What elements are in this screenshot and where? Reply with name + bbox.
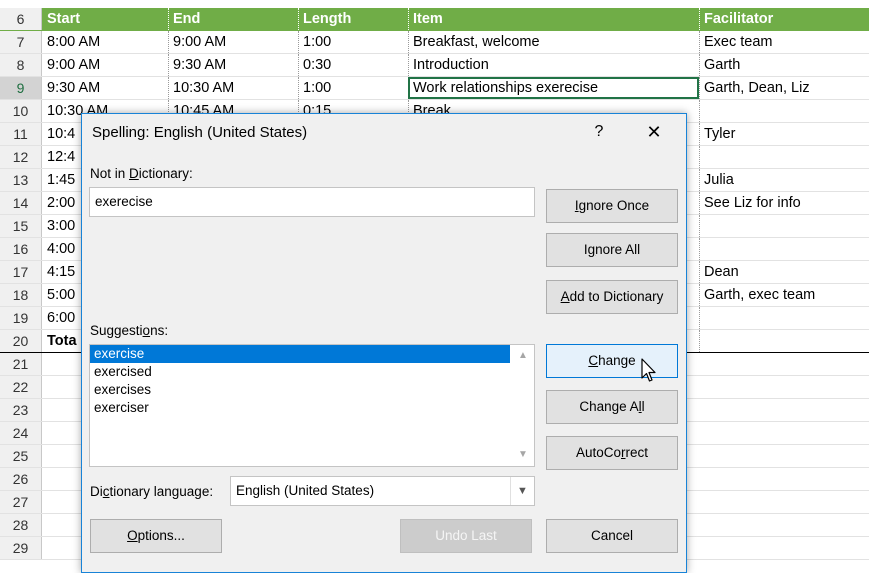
spelling-dialog: Spelling: English (United States) ? ✕ No… — [81, 113, 687, 573]
row-number[interactable]: 16 — [0, 238, 42, 260]
header-facilitator[interactable]: Facilitator — [699, 8, 869, 30]
row-number[interactable]: 7 — [0, 31, 42, 53]
start-cell[interactable]: 9:00 AM — [43, 54, 168, 76]
row-number[interactable]: 18 — [0, 284, 42, 306]
length-cell[interactable]: 1:00 — [298, 77, 408, 99]
row-number[interactable]: 27 — [0, 491, 42, 513]
item-cell[interactable]: Introduction — [408, 54, 699, 76]
dictionary-language-label: Dictionary language: — [90, 484, 214, 499]
cell[interactable] — [699, 330, 869, 352]
start-cell[interactable]: 8:00 AM — [43, 31, 168, 53]
not-in-dictionary-field[interactable]: exerecise — [89, 187, 535, 217]
facilitator-cell[interactable]: See Liz for info — [699, 192, 869, 214]
facilitator-cell[interactable] — [699, 146, 869, 168]
table-header-row: 6 Start End Length Item Facilitator — [0, 8, 869, 31]
suggestions-scrollbar[interactable]: ▲ ▼ — [512, 345, 534, 466]
table-row: 7 8:00 AM 9:00 AM 1:00 Breakfast, welcome Exe… — [0, 31, 869, 54]
row-number[interactable]: 9 — [0, 77, 42, 99]
header-end[interactable]: End — [168, 8, 298, 30]
not-in-dictionary-label: Not in Dictionary: — [90, 166, 193, 181]
facilitator-cell[interactable]: Exec team — [699, 31, 869, 53]
row-number[interactable]: 26 — [0, 468, 42, 490]
close-button[interactable]: ✕ — [642, 120, 666, 144]
scroll-down-icon[interactable]: ▼ — [512, 446, 534, 464]
row-number[interactable]: 8 — [0, 54, 42, 76]
facilitator-cell[interactable]: Garth, Dean, Liz — [699, 77, 869, 99]
row-number[interactable]: 25 — [0, 445, 42, 467]
facilitator-cell[interactable] — [699, 100, 869, 122]
row-number[interactable]: 17 — [0, 261, 42, 283]
suggestion-item[interactable]: exercised — [90, 363, 510, 381]
facilitator-cell[interactable]: Garth, exec team — [699, 284, 869, 306]
suggestions-label: Suggestions: — [90, 323, 169, 338]
header-length[interactable]: Length — [298, 8, 408, 30]
end-cell[interactable]: 9:00 AM — [168, 31, 298, 53]
ignore-once-button[interactable]: Ignore Once — [546, 189, 678, 223]
row-number[interactable]: 6 — [0, 8, 42, 30]
cancel-button[interactable]: Cancel — [546, 519, 678, 553]
row-number[interactable]: 29 — [0, 537, 42, 559]
start-cell[interactable]: 9:30 AM — [43, 77, 168, 99]
help-button[interactable]: ? — [587, 120, 611, 144]
row-number[interactable]: 14 — [0, 192, 42, 214]
dictionary-language-value: English (United States) — [236, 483, 375, 498]
close-icon: ✕ — [646, 122, 662, 142]
row-number[interactable]: 20 — [0, 330, 42, 352]
table-row: 9 9:30 AM 10:30 AM 1:00 Work relationships e… — [0, 77, 869, 100]
header-start[interactable]: Start — [43, 8, 168, 30]
end-cell[interactable]: 10:30 AM — [168, 77, 298, 99]
facilitator-cell[interactable] — [699, 215, 869, 237]
question-icon: ? — [594, 123, 604, 140]
header-item[interactable]: Item — [408, 8, 699, 30]
options-button[interactable]: Options... — [90, 519, 222, 553]
facilitator-cell[interactable]: Julia — [699, 169, 869, 191]
change-button[interactable]: Change — [546, 344, 678, 378]
end-cell[interactable]: 9:30 AM — [168, 54, 298, 76]
row-number[interactable]: 28 — [0, 514, 42, 536]
ignore-all-button[interactable]: Ignore All — [546, 233, 678, 267]
facilitator-cell[interactable]: Garth — [699, 54, 869, 76]
facilitator-cell[interactable] — [699, 238, 869, 260]
suggestion-item[interactable]: exercise — [90, 345, 510, 363]
facilitator-cell[interactable] — [699, 307, 869, 329]
row-number[interactable]: 10 — [0, 100, 42, 122]
item-cell[interactable]: Breakfast, welcome — [408, 31, 699, 53]
add-to-dictionary-button[interactable]: Add to Dictionary — [546, 280, 678, 314]
undo-last-button[interactable]: Undo Last — [400, 519, 532, 553]
suggestion-item[interactable]: exerciser — [90, 399, 510, 417]
row-number[interactable]: 21 — [0, 353, 42, 375]
table-row: 8 9:00 AM 9:30 AM 0:30 Introduction Garth — [0, 54, 869, 77]
row-number[interactable]: 12 — [0, 146, 42, 168]
facilitator-cell[interactable]: Dean — [699, 261, 869, 283]
facilitator-cell[interactable]: Tyler — [699, 123, 869, 145]
item-cell[interactable]: Work relationships exerecise — [408, 77, 699, 99]
row-number[interactable]: 19 — [0, 307, 42, 329]
row-number[interactable]: 24 — [0, 422, 42, 444]
dropdown-arrow-icon[interactable]: ▼ — [510, 477, 534, 505]
length-cell[interactable]: 1:00 — [298, 31, 408, 53]
row-number[interactable]: 15 — [0, 215, 42, 237]
row-number[interactable]: 13 — [0, 169, 42, 191]
autocorrect-button[interactable]: AutoCorrect — [546, 436, 678, 470]
suggestion-item[interactable]: exercises — [90, 381, 510, 399]
length-cell[interactable]: 0:30 — [298, 54, 408, 76]
suggestions-list[interactable]: exercise exercised exercises exerciser ▲ ▼ — [89, 344, 535, 467]
dialog-title: Spelling: English (United States) — [92, 124, 308, 141]
row-number[interactable]: 22 — [0, 376, 42, 398]
row-number[interactable]: 23 — [0, 399, 42, 421]
change-all-button[interactable]: Change All — [546, 390, 678, 424]
dictionary-language-select[interactable]: English (United States) ▼ — [230, 476, 535, 506]
row-number[interactable]: 11 — [0, 123, 42, 145]
scroll-up-icon[interactable]: ▲ — [512, 347, 534, 365]
